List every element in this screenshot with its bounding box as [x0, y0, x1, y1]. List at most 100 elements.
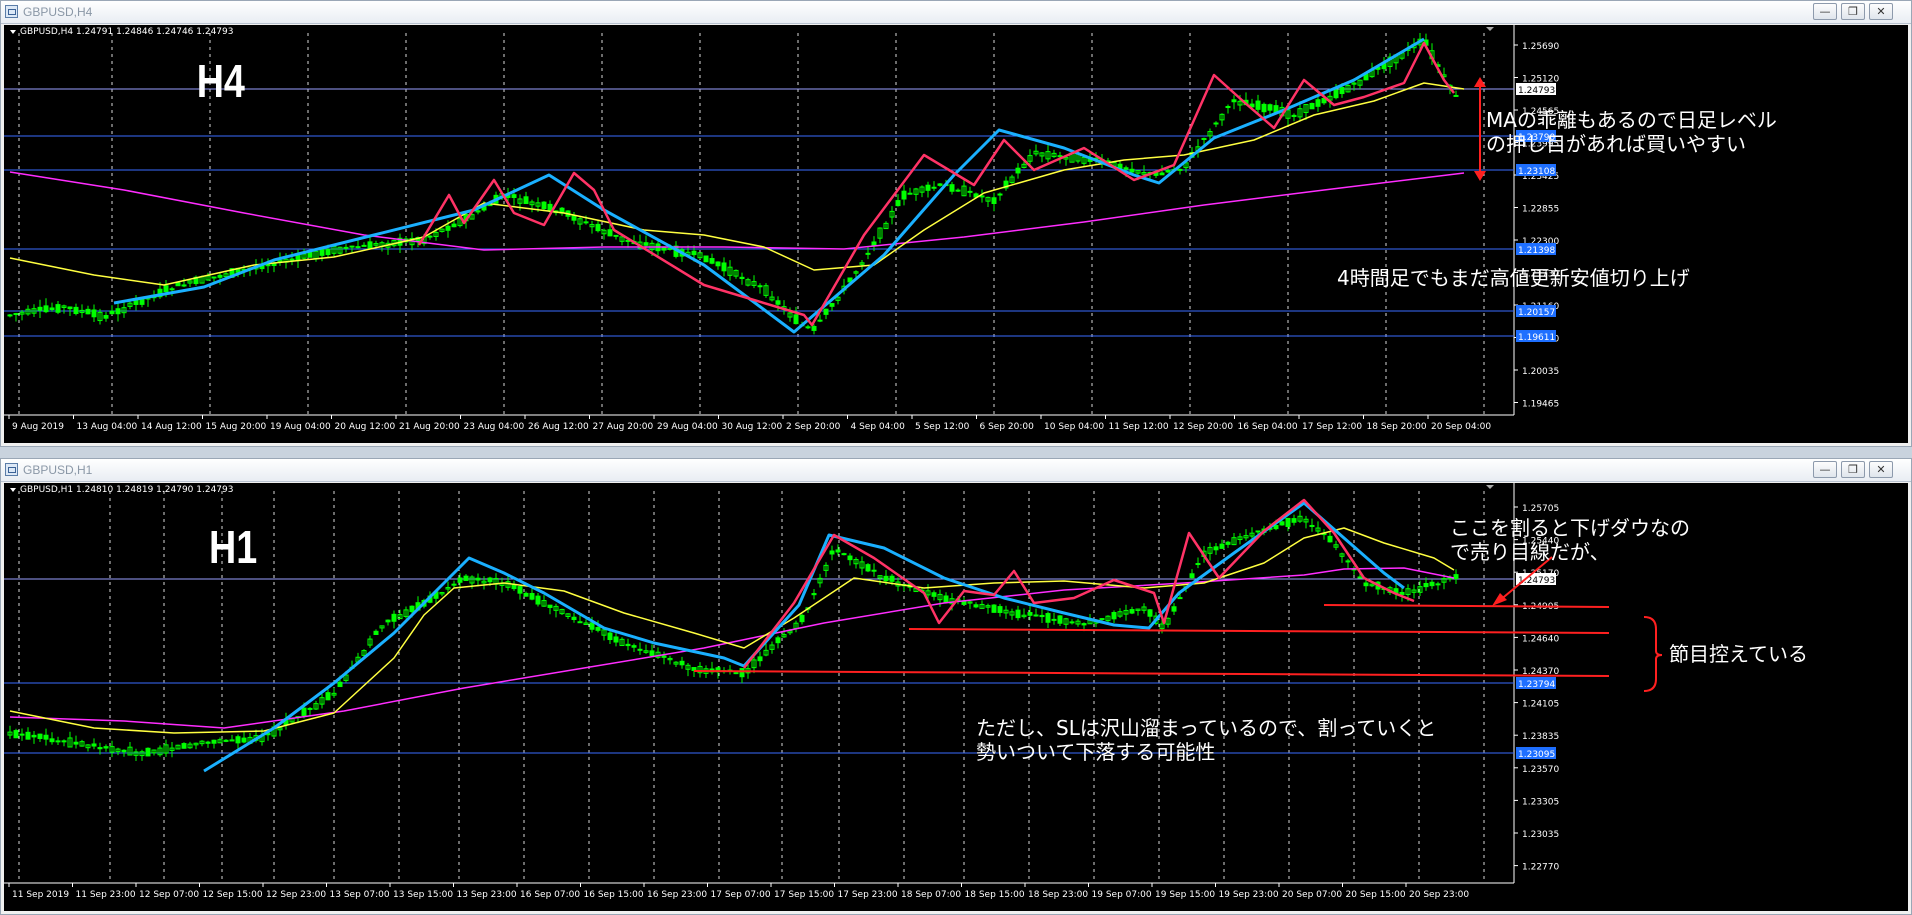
candle-body	[1285, 517, 1291, 527]
time-tick-label: 9 Aug 2019	[12, 422, 64, 432]
price-tick-label: 1.23835	[1522, 732, 1559, 742]
price-tag-label: 1.21398	[1518, 246, 1555, 256]
price-tick-label: 1.19465	[1522, 400, 1559, 410]
candle-body	[1057, 155, 1063, 158]
chart-background	[4, 25, 1908, 443]
time-tick-label: 4 Sep 04:00	[851, 422, 906, 432]
chart-window-icon	[5, 463, 18, 476]
time-tick-label: 13 Sep 23:00	[457, 890, 517, 900]
candle-body	[31, 734, 37, 738]
candle-body	[817, 319, 823, 322]
candle-body	[349, 245, 355, 248]
candle-body	[301, 707, 307, 717]
candle-body	[55, 740, 61, 743]
candle-body	[25, 731, 31, 740]
candle-body	[361, 244, 367, 247]
candle-body	[235, 736, 241, 744]
candle-body	[427, 235, 433, 238]
candle-body	[307, 707, 313, 710]
candle-body	[337, 681, 343, 688]
time-tick-label: 20 Sep 07:00	[1282, 890, 1342, 900]
time-tick-label: 20 Aug 12:00	[335, 422, 396, 432]
candle-body	[1357, 576, 1363, 579]
h4-maximize-button[interactable]: ❐	[1841, 3, 1865, 20]
candle-body	[937, 183, 943, 186]
price-tick-label: 1.23570	[1522, 765, 1559, 775]
candle-body	[1267, 104, 1273, 111]
candle-body	[145, 747, 151, 757]
candle-body	[1255, 530, 1261, 533]
candle-body	[517, 586, 523, 594]
time-tick-label: 17 Sep 23:00	[838, 890, 898, 900]
candle-body	[967, 190, 973, 193]
candle-body	[949, 184, 955, 192]
candle-body	[541, 201, 547, 210]
price-tag-label: 1.23108	[1518, 167, 1555, 177]
candle-body	[97, 747, 103, 750]
time-tick-label: 12 Sep 20:00	[1173, 422, 1233, 432]
h1-titlebar[interactable]: GBPUSD,H1 — ❐ ✕	[1, 459, 1911, 482]
candle-body	[373, 630, 379, 635]
candle-body	[871, 241, 877, 246]
h1-chart-canvas[interactable]: 1.257051.254401.251701.249051.246401.243…	[4, 483, 1908, 911]
candle-body	[799, 614, 805, 623]
time-tick-label: 20 Sep 23:00	[1409, 890, 1469, 900]
h4-minimize-button[interactable]: —	[1813, 3, 1837, 20]
candle-body	[1435, 583, 1441, 586]
candle-body	[109, 310, 115, 315]
candle-body	[847, 555, 853, 561]
candle-body	[1225, 541, 1231, 545]
candle-body	[607, 229, 613, 237]
candle-body	[595, 223, 601, 232]
candle-body	[805, 326, 811, 329]
h1-close-button[interactable]: ✕	[1869, 461, 1893, 478]
h4-window-title: GBPUSD,H4	[23, 5, 93, 19]
candle-body	[757, 656, 763, 662]
candle-body	[1231, 99, 1237, 103]
price-tick-label: 1.24105	[1522, 700, 1559, 710]
h4-titlebar[interactable]: GBPUSD,H4 — ❐ ✕	[1, 1, 1911, 24]
h1-note-milestone: 節目控えている	[1669, 642, 1808, 666]
candle-body	[631, 645, 637, 648]
candle-body	[73, 306, 79, 314]
candle-body	[265, 264, 271, 267]
h4-chart-canvas[interactable]: 1.256901.251201.245651.239951.234251.228…	[4, 25, 1908, 443]
time-tick-label: 6 Sep 20:00	[980, 422, 1035, 432]
time-tick-label: 16 Sep 07:00	[520, 890, 580, 900]
timeframe-label: H1	[209, 521, 257, 572]
time-tick-label: 10 Sep 04:00	[1044, 422, 1104, 432]
h1-maximize-button[interactable]: ❐	[1841, 461, 1865, 478]
candle-body	[451, 583, 457, 586]
candle-body	[931, 592, 937, 597]
candle-body	[823, 308, 829, 315]
candle-body	[289, 258, 295, 261]
time-tick-label: 18 Sep 20:00	[1367, 422, 1427, 432]
candle-body	[91, 743, 97, 747]
h1-chart-window[interactable]: GBPUSD,H1 — ❐ ✕ 1.257051.254401.251701.2…	[0, 458, 1912, 915]
candle-body	[547, 604, 553, 608]
candle-body	[1261, 103, 1267, 113]
candle-body	[997, 193, 1003, 196]
price-tick-label: 1.25690	[1522, 42, 1559, 52]
h1-note-line1: ここを割ると下げダウなの	[1450, 516, 1690, 540]
time-tick-label: 18 Sep 07:00	[901, 890, 961, 900]
candle-body	[613, 636, 619, 643]
candle-body	[487, 577, 493, 583]
candle-body	[1015, 167, 1021, 174]
time-tick-label: 11 Sep 23:00	[76, 890, 136, 900]
time-tick-label: 2 Sep 20:00	[786, 422, 841, 432]
h1-minimize-button[interactable]: —	[1813, 461, 1837, 478]
h4-chart-window[interactable]: GBPUSD,H4 — ❐ ✕ 1.25690 1.25120 1.24565 1.2…	[0, 0, 1912, 447]
time-tick-label: 13 Aug 04:00	[77, 422, 138, 432]
candle-body	[325, 248, 331, 256]
candle-body	[679, 660, 685, 666]
h4-close-button[interactable]: ✕	[1869, 3, 1893, 20]
time-tick-label: 29 Aug 04:00	[657, 422, 718, 432]
candle-body	[175, 282, 181, 287]
candle-body	[49, 738, 55, 743]
candle-body	[571, 616, 577, 621]
candle-body	[241, 737, 247, 743]
candle-body	[811, 593, 817, 596]
time-tick-label: 13 Sep 07:00	[330, 890, 390, 900]
price-tag-label: 1.20157	[1518, 308, 1555, 318]
